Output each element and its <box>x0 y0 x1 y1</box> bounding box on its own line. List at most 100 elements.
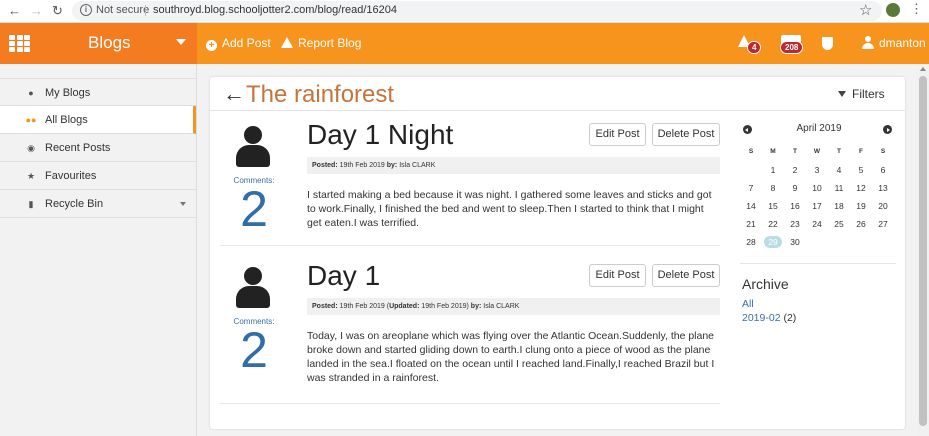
archive-month-link[interactable]: 2019-02 <box>742 312 781 324</box>
user-icon: ● <box>28 88 34 98</box>
meta-by-label: by: <box>470 303 482 310</box>
back-icon[interactable]: ← <box>8 2 21 20</box>
messages-button[interactable]: 208 <box>778 33 806 55</box>
calendar-day[interactable]: 11 <box>828 179 850 197</box>
calendar-day[interactable]: 9 <box>784 179 806 197</box>
post-title: Day 1 <box>307 260 381 291</box>
calendar-day[interactable]: 15 <box>762 197 784 215</box>
user-icon[interactable] <box>862 36 874 49</box>
filter-icon <box>838 91 846 97</box>
shield-icon[interactable] <box>822 37 833 50</box>
brand-title[interactable]: Blogs <box>88 33 131 53</box>
calendar-empty <box>740 161 762 179</box>
calendar-day[interactable]: 23 <box>784 215 806 233</box>
calendar-day[interactable]: 14 <box>740 197 762 215</box>
comments-count[interactable]: 2 <box>230 184 278 234</box>
calendar-day[interactable]: 6 <box>872 161 894 179</box>
username-link[interactable]: dmanton <box>879 36 926 50</box>
calendar-day[interactable]: 29 <box>764 236 782 248</box>
browser-toolbar: ← → ↻ i Not secure southroyd.blog.school… <box>0 0 929 23</box>
post-body: I started making a bed because it was ni… <box>307 189 712 229</box>
report-blog-button[interactable]: Report Blog <box>281 36 361 50</box>
calendar-day[interactable]: 26 <box>850 215 872 233</box>
meta-updated-date: 19th Feb 2019 <box>421 303 467 310</box>
menu-kebab-icon[interactable]: ⋮ <box>910 1 923 17</box>
archive-item: 2019-02 (2) <box>742 312 796 324</box>
calendar-day[interactable]: 24 <box>806 215 828 233</box>
profile-avatar[interactable] <box>886 3 900 17</box>
calendar-day[interactable]: 5 <box>850 161 872 179</box>
calendar-day[interactable]: 21 <box>740 215 762 233</box>
calendar-month: April 2019 <box>796 123 842 134</box>
calendar-day[interactable]: 19 <box>850 197 872 215</box>
meta-author: Isla CLARK <box>483 303 520 310</box>
post-meta: Posted: 19th Feb 2019 by: Isla CLARK <box>307 157 720 174</box>
comments-count[interactable]: 2 <box>230 325 278 375</box>
star-icon: ★ <box>26 171 36 181</box>
top-navbar: Blogs + Add Post Report Blog 4 208 dmanto… <box>0 23 929 64</box>
edit-post-button[interactable]: Edit Post <box>589 264 646 287</box>
meta-by-label: by: <box>386 162 398 169</box>
calendar-day[interactable]: 1 <box>762 161 784 179</box>
calendar-day[interactable]: 10 <box>806 179 828 197</box>
forward-icon[interactable]: → <box>30 2 43 20</box>
filters-button[interactable]: Filters <box>838 87 885 101</box>
sidebar-item-my-blogs[interactable]: ● My Blogs <box>0 78 196 106</box>
url-text[interactable]: southroyd.blog.schooljotter2.com/blog/re… <box>153 4 397 16</box>
warning-icon <box>281 37 293 48</box>
calendar-day[interactable]: 8 <box>762 179 784 197</box>
calendar-day[interactable]: 12 <box>850 179 872 197</box>
meta-posted-label: Posted: <box>312 162 338 169</box>
calendar-day[interactable]: 20 <box>872 197 894 215</box>
calendar-day[interactable]: 13 <box>872 179 894 197</box>
calendar-day[interactable]: 30 <box>784 233 806 251</box>
calendar-day[interactable]: 27 <box>872 215 894 233</box>
calendar-day[interactable]: 25 <box>828 215 850 233</box>
calendar-dow: T <box>793 148 797 155</box>
info-icon[interactable]: i <box>80 4 92 16</box>
sidebar-item-recent-posts[interactable]: ◉ Recent Posts <box>0 134 196 162</box>
sidebar: ● My Blogs ●● All Blogs ◉ Recent Posts ★… <box>0 64 197 436</box>
brand-area: Blogs <box>0 23 197 64</box>
calendar-day[interactable]: 3 <box>806 161 828 179</box>
archive-all-link[interactable]: All <box>742 298 754 310</box>
calendar-day[interactable]: 17 <box>806 197 828 215</box>
page-title: The rainforest <box>246 81 395 108</box>
blog-card: ← The rainforest Filters Comments: 2 Day… <box>210 77 905 429</box>
delete-post-button[interactable]: Delete Post <box>652 264 720 287</box>
post-body: Today, I was on areoplane which was flyi… <box>307 330 715 384</box>
sidebar-item-favourites[interactable]: ★ Favourites <box>0 162 196 190</box>
calendar-day[interactable]: 28 <box>740 233 762 251</box>
author-avatar <box>236 126 270 167</box>
reload-icon[interactable]: ↻ <box>52 2 63 20</box>
alerts-button[interactable]: 4 <box>738 34 762 54</box>
bookmark-star-icon[interactable]: ☆ <box>859 1 872 19</box>
calendar-day[interactable]: 7 <box>740 179 762 197</box>
calendar-day[interactable]: 2 <box>784 161 806 179</box>
scroll-up-icon[interactable] <box>920 67 926 71</box>
calendar-day[interactable]: 4 <box>828 161 850 179</box>
sidebar-item-all-blogs[interactable]: ●● All Blogs <box>0 106 196 134</box>
apps-grid-icon[interactable] <box>9 35 30 52</box>
edit-post-button[interactable]: Edit Post <box>589 123 646 146</box>
calendar-day[interactable]: 18 <box>828 197 850 215</box>
add-post-label: Add Post <box>222 36 271 50</box>
calendar-day[interactable]: 16 <box>784 197 806 215</box>
calendar-dow: M <box>770 148 776 155</box>
chevron-down-icon[interactable] <box>176 39 186 45</box>
add-post-button[interactable]: + Add Post <box>206 36 271 51</box>
calendar-day[interactable]: 22 <box>762 215 784 233</box>
back-arrow-icon[interactable]: ← <box>223 82 245 106</box>
scroll-thumb[interactable] <box>919 76 927 426</box>
meta-posted-date: 19th Feb 2019 <box>339 162 385 169</box>
delete-post-button[interactable]: Delete Post <box>652 123 720 146</box>
page-scrollbar[interactable] <box>917 64 929 436</box>
security-label: Not secure <box>96 4 150 16</box>
archive-count: (2) <box>783 312 797 324</box>
calendar-next-icon[interactable] <box>883 125 892 134</box>
calendar-prev-icon[interactable] <box>743 125 752 134</box>
sidebar-item-recycle-bin[interactable]: ▮ Recycle Bin <box>0 190 196 218</box>
chevron-down-icon[interactable] <box>180 202 186 206</box>
sidebar-item-label: Recycle Bin <box>45 198 104 210</box>
trash-icon: ▮ <box>28 199 34 209</box>
